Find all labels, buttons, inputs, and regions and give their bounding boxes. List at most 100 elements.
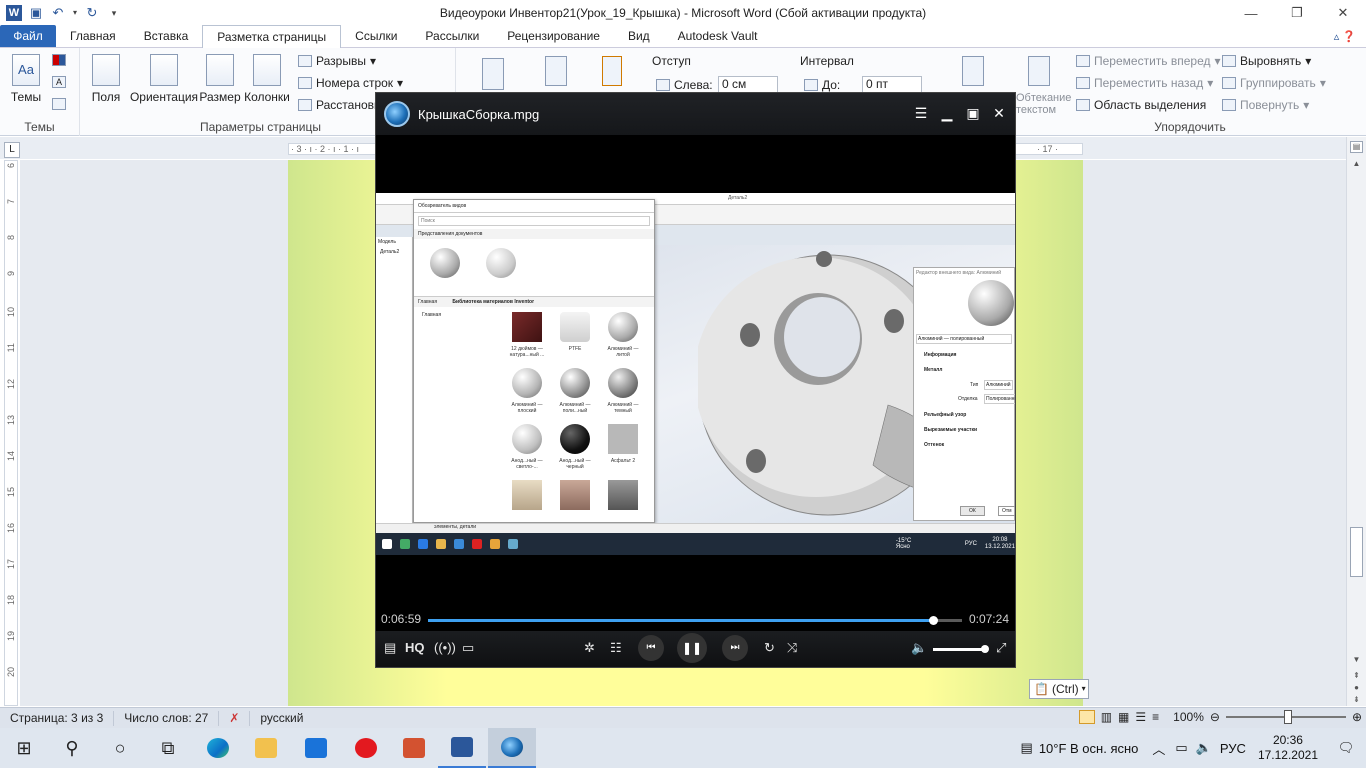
seek-bar[interactable]	[428, 616, 962, 625]
save-icon[interactable]: ▣	[28, 5, 44, 21]
theme-fonts-icon[interactable]: A	[52, 76, 66, 88]
tab-insert[interactable]: Вставка	[130, 25, 203, 47]
orientation-button[interactable]: Ориентация	[128, 54, 200, 104]
breaks-button[interactable]: Разрывы ▾	[298, 54, 376, 68]
proofing-icon[interactable]: ✗	[219, 710, 251, 726]
search-icon[interactable]: ⚲	[48, 728, 96, 768]
volume-slider[interactable]	[933, 648, 983, 651]
tab-selector-icon[interactable]: L	[4, 142, 20, 158]
input-language[interactable]: РУС	[1220, 741, 1246, 756]
broadcast-icon[interactable]: ((•))	[434, 640, 456, 655]
full-screen-reading-icon[interactable]: ▥	[1101, 710, 1112, 724]
spacing-before-field[interactable]: До: 0 пт	[804, 76, 922, 93]
player-title-bar[interactable]: КрышкаСборка.mpg ☰ ▁ ▣ ✕	[376, 93, 1015, 135]
video-player-window[interactable]: КрышкаСборка.mpg ☰ ▁ ▣ ✕ Деталь2 Модель …	[375, 92, 1016, 668]
notifications-icon[interactable]: 🗨	[1326, 740, 1366, 756]
previous-icon[interactable]: ⏮	[638, 635, 664, 661]
scroll-down-icon[interactable]: ▼	[1350, 655, 1363, 664]
watermark-icon[interactable]	[482, 58, 504, 90]
margins-button[interactable]: Поля	[84, 54, 128, 104]
group-button[interactable]: Группировать ▾	[1222, 76, 1326, 90]
selection-pane-button[interactable]: Область выделения	[1076, 98, 1206, 112]
themes-button[interactable]: Aa Темы	[4, 54, 48, 104]
weather-label[interactable]: 10°F В осн. ясно	[1039, 741, 1139, 756]
columns-button[interactable]: Колонки	[242, 54, 292, 104]
task-view-icon[interactable]: ⧉	[144, 728, 192, 768]
help-icon[interactable]: ▵ ❓	[1334, 30, 1356, 43]
cortana-icon[interactable]: ○	[96, 728, 144, 768]
wrap-text-icon[interactable]	[1028, 56, 1050, 86]
repeat-icon[interactable]: ↻	[764, 640, 775, 656]
page-count[interactable]: Страница: 3 из 3	[0, 710, 115, 726]
hyphenation-button[interactable]: Расстановк	[298, 98, 379, 112]
spacing-before-input[interactable]: 0 пт	[862, 76, 922, 93]
theme-effects-icon[interactable]	[52, 98, 66, 110]
playlist-icon[interactable]: ☰	[913, 105, 929, 122]
screen-icon[interactable]: ▭	[462, 640, 474, 656]
volume-icon[interactable]: 🔈	[911, 640, 927, 656]
scroll-up-icon[interactable]: ▲	[1350, 159, 1363, 168]
vertical-ruler[interactable]: 6 7 8 9 10 11 12 13 14 15 16 17 18 19 20	[4, 160, 18, 706]
hq-button[interactable]: HQ	[405, 640, 425, 655]
video-frame[interactable]: Деталь2 Модель Деталь2 Обозреватель видо…	[376, 193, 1015, 555]
shuffle-icon[interactable]: ⤨	[787, 640, 797, 656]
zoom-knob[interactable]	[1283, 710, 1292, 724]
size-button[interactable]: Размер	[198, 54, 242, 104]
settings-icon[interactable]: ✲	[584, 640, 595, 656]
line-numbers-button[interactable]: Номера строк ▾	[298, 76, 403, 90]
weather-icon[interactable]: ▤	[1021, 740, 1033, 756]
pause-icon[interactable]: ❚❚	[677, 633, 707, 663]
zoom-in-icon[interactable]: ⊕	[1352, 710, 1362, 724]
word-taskbar-icon[interactable]	[438, 728, 486, 768]
tab-page-layout[interactable]: Разметка страницы	[202, 25, 342, 48]
speaker-icon[interactable]: 🔈	[1196, 740, 1212, 756]
close-button[interactable]: ✕	[1320, 0, 1366, 26]
redo-icon[interactable]: ↻	[84, 5, 100, 21]
tab-mailings[interactable]: Рассылки	[411, 25, 493, 47]
start-icon[interactable]: ⊞	[0, 728, 48, 768]
page-color-icon[interactable]	[545, 56, 567, 86]
ruler-toggle-icon[interactable]: ▤	[1350, 141, 1363, 153]
scroll-thumb[interactable]	[1350, 527, 1363, 577]
player-maximize-icon[interactable]: ▣	[965, 105, 981, 122]
zoom-slider[interactable]	[1225, 710, 1346, 724]
indent-left-field[interactable]: Слева: 0 см	[656, 76, 778, 93]
tab-references[interactable]: Ссылки	[341, 25, 411, 47]
open-file-icon[interactable]: ▤	[384, 640, 396, 656]
tab-autodesk-vault[interactable]: Autodesk Vault	[664, 25, 772, 47]
draft-icon[interactable]: ≡	[1152, 710, 1159, 724]
browse-object-icon[interactable]: ●	[1350, 683, 1363, 692]
fullscreen-icon[interactable]: ⤢	[996, 640, 1006, 656]
mail-icon[interactable]	[292, 728, 340, 768]
tab-home[interactable]: Главная	[56, 25, 130, 47]
web-layout-icon[interactable]: ▦	[1118, 710, 1129, 724]
zoom-level[interactable]: 100%	[1173, 710, 1204, 724]
seek-knob[interactable]	[928, 616, 938, 625]
bring-forward-button[interactable]: Переместить вперед ▾	[1076, 54, 1221, 68]
zoom-out-icon[interactable]: ⊖	[1210, 710, 1220, 724]
clock[interactable]: 20:36 17.12.2021	[1250, 733, 1326, 763]
edge-icon[interactable]	[194, 728, 242, 768]
page-borders-icon[interactable]	[602, 56, 622, 86]
next-page-icon[interactable]: ⇟	[1350, 695, 1363, 704]
word-count[interactable]: Число слов: 27	[114, 710, 220, 726]
equalizer-icon[interactable]: ☷	[610, 640, 622, 656]
player-minimize-icon[interactable]: ▁	[939, 105, 955, 122]
minimize-button[interactable]: —	[1228, 0, 1274, 26]
undo-dropdown-icon[interactable]: ▾	[72, 5, 78, 21]
send-backward-button[interactable]: Переместить назад ▾	[1076, 76, 1213, 90]
paste-options-button[interactable]: 📋 (Ctrl) ▾	[1029, 679, 1089, 699]
network-icon[interactable]: ▭	[1175, 740, 1187, 756]
opera-icon[interactable]	[342, 728, 390, 768]
customize-qat-icon[interactable]: ▾	[106, 5, 122, 21]
outline-icon[interactable]: ☰	[1135, 710, 1146, 724]
print-layout-icon[interactable]	[1078, 710, 1095, 724]
indent-left-input[interactable]: 0 см	[718, 76, 778, 93]
tab-review[interactable]: Рецензирование	[493, 25, 614, 47]
rotate-button[interactable]: Повернуть ▾	[1222, 98, 1309, 112]
file-explorer-icon[interactable]	[242, 728, 290, 768]
previous-page-icon[interactable]: ⇞	[1350, 671, 1363, 680]
tab-file[interactable]: Файл	[0, 25, 56, 47]
volume-knob[interactable]	[981, 645, 989, 653]
restore-button[interactable]: ❐	[1274, 0, 1320, 26]
